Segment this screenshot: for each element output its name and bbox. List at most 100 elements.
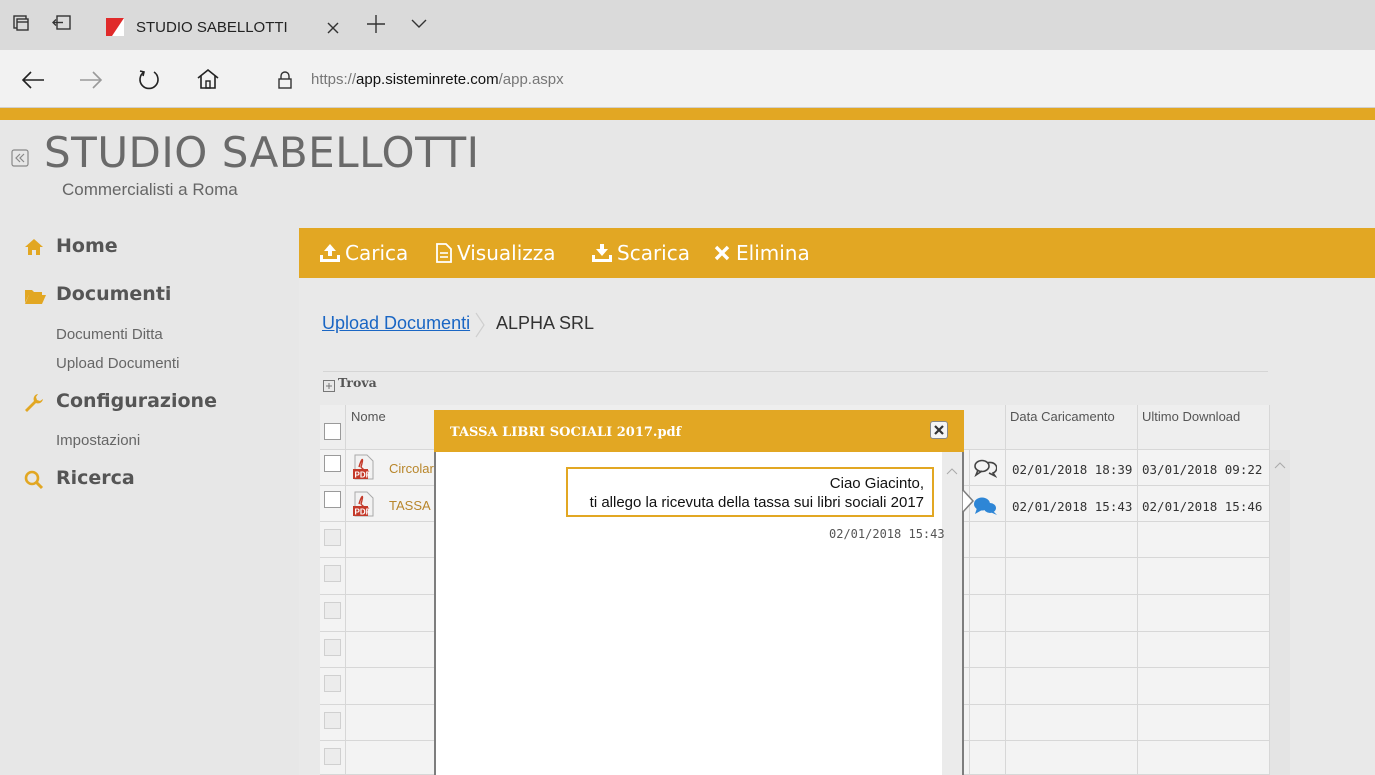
grid-header-ultimo-download[interactable]: Ultimo Download <box>1138 405 1270 450</box>
row-data-caricamento: 02/01/2018 18:39 <box>1012 462 1133 477</box>
svg-text:PDF: PDF <box>355 508 371 517</box>
col-ultimo-download-label: Ultimo Download <box>1142 409 1241 424</box>
breadcrumb-current: ALPHA SRL <box>496 313 595 333</box>
row-data-caricamento: 02/01/2018 15:43 <box>1012 499 1133 514</box>
trova-toggle[interactable]: Trova <box>323 375 403 393</box>
close-icon <box>934 425 944 435</box>
elimina-button[interactable]: Elimina <box>714 241 824 267</box>
row-chat-cell <box>970 595 1006 632</box>
dialog-pointer <box>961 487 975 515</box>
sidebar-item-configurazione[interactable]: Configurazione <box>24 390 264 416</box>
sidebar-item-label: Ricerca <box>56 467 135 489</box>
row-download-cell <box>1138 558 1270 595</box>
row-checkbox <box>324 602 341 619</box>
select-all-checkbox[interactable] <box>324 423 341 440</box>
toolbar: Carica Visualizza Scarica Elimina <box>299 228 1375 278</box>
carica-label: Carica <box>345 241 409 265</box>
grid-header-data-caricamento[interactable]: Data Caricamento <box>1006 405 1138 450</box>
home-icon[interactable] <box>196 67 220 91</box>
sidebar-item-ricerca[interactable]: Ricerca <box>24 467 224 493</box>
sidebar-item-documenti-ditta[interactable]: Documenti Ditta <box>56 326 163 343</box>
close-icon[interactable] <box>324 19 342 37</box>
row-download-cell <box>1138 522 1270 558</box>
message-text-line2: ti allego la ricevuta della tassa sui li… <box>589 494 924 511</box>
row-checkbox <box>324 675 341 692</box>
breadcrumb-link-upload-documenti[interactable]: Upload Documenti <box>322 313 470 334</box>
pdf-icon: PDF <box>353 454 375 480</box>
row-download-cell <box>1138 595 1270 632</box>
dialog-close-button[interactable] <box>930 421 948 439</box>
url-path: /app.aspx <box>498 71 564 88</box>
folder-open-icon <box>24 287 46 305</box>
sidebar-item-documenti[interactable]: Documenti <box>24 283 244 309</box>
grid-scrollbar[interactable] <box>1270 450 1290 775</box>
divider <box>323 371 1268 372</box>
row-checkbox[interactable] <box>324 491 341 508</box>
forward-arrow-icon[interactable] <box>78 68 104 92</box>
row-download-cell <box>1138 705 1270 741</box>
row-nome[interactable]: TASSA <box>389 498 431 513</box>
sidebar-item-label: Documenti <box>56 283 172 305</box>
brand-subtitle: Commercialisti a Roma <box>62 180 238 199</box>
sidebar-item-upload-documenti[interactable]: Upload Documenti <box>56 355 179 372</box>
tabs-icon[interactable] <box>12 14 30 32</box>
row-data-cell <box>1006 668 1138 705</box>
scroll-up-icon[interactable] <box>946 460 958 475</box>
dialog-title: TASSA LIBRI SOCIALI 2017.pdf <box>450 425 682 440</box>
back-arrow-icon[interactable] <box>20 68 46 92</box>
tab-title: STUDIO SABELLOTTI <box>136 19 288 36</box>
col-nome-label: Nome <box>351 409 386 424</box>
row-ultimo-download: 02/01/2018 15:46 <box>1142 499 1263 514</box>
row-checkbox <box>324 529 341 546</box>
chat-empty-icon[interactable] <box>973 458 998 479</box>
row-checkbox <box>324 712 341 729</box>
home-icon <box>24 238 44 256</box>
row-nome[interactable]: Circolar <box>389 461 434 476</box>
back-tab-icon[interactable] <box>52 14 72 32</box>
sidebar-item-label: Home <box>56 235 118 257</box>
sidebar: Home Documenti Documenti Ditta Upload Do… <box>0 225 296 525</box>
chat-message-icon[interactable] <box>972 495 998 517</box>
delete-x-icon <box>714 245 730 261</box>
message-text-line1: Ciao Giacinto, <box>829 475 924 492</box>
scarica-button[interactable]: Scarica <box>591 241 701 267</box>
row-ultimo-download: 03/01/2018 09:22 <box>1142 462 1263 477</box>
new-tab-icon[interactable] <box>365 13 387 35</box>
pdf-icon: PDF <box>353 491 375 517</box>
wrench-icon <box>24 393 44 413</box>
row-chat-cell <box>970 558 1006 595</box>
chevron-down-icon[interactable] <box>410 16 428 30</box>
col-data-caricamento-label: Data Caricamento <box>1010 409 1115 424</box>
row-chat-cell <box>970 522 1006 558</box>
row-checkbox <box>324 639 341 656</box>
row-checkbox <box>324 748 341 765</box>
document-icon <box>435 243 453 263</box>
refresh-icon[interactable] <box>136 67 162 93</box>
row-chat-cell <box>970 705 1006 741</box>
carica-button[interactable]: Carica <box>319 241 419 267</box>
scroll-up-icon[interactable] <box>1274 454 1286 469</box>
sidebar-item-home[interactable]: Home <box>24 235 224 261</box>
row-chat-cell <box>970 632 1006 668</box>
sidebar-item-impostazioni[interactable]: Impostazioni <box>56 432 140 449</box>
visualizza-button[interactable]: Visualizza <box>435 241 565 267</box>
row-data-cell <box>1006 741 1138 775</box>
row-checkbox[interactable] <box>324 455 341 472</box>
search-icon <box>24 470 44 490</box>
svg-text:PDF: PDF <box>355 471 371 480</box>
elimina-label: Elimina <box>736 241 810 265</box>
row-download-cell <box>1138 668 1270 705</box>
breadcrumb: Upload Documenti ALPHA SRL <box>322 312 722 341</box>
dialog-header: TASSA LIBRI SOCIALI 2017.pdf <box>434 410 964 452</box>
row-data-cell <box>1006 558 1138 595</box>
url-field[interactable]: https://app.sisteminrete.com/app.aspx <box>262 62 1362 98</box>
dialog-scrollbar[interactable] <box>942 452 962 775</box>
lock-icon <box>277 70 293 90</box>
collapse-sidebar-icon[interactable] <box>11 149 29 167</box>
url-prefix: https:// <box>311 71 357 88</box>
url-host: app.sisteminrete.com <box>356 71 499 88</box>
brand-title: STUDIO SABELLOTTI <box>44 128 480 177</box>
row-data-cell <box>1006 705 1138 741</box>
visualizza-label: Visualizza <box>457 241 556 265</box>
url-text: https://app.sisteminrete.com/app.aspx <box>311 71 564 88</box>
